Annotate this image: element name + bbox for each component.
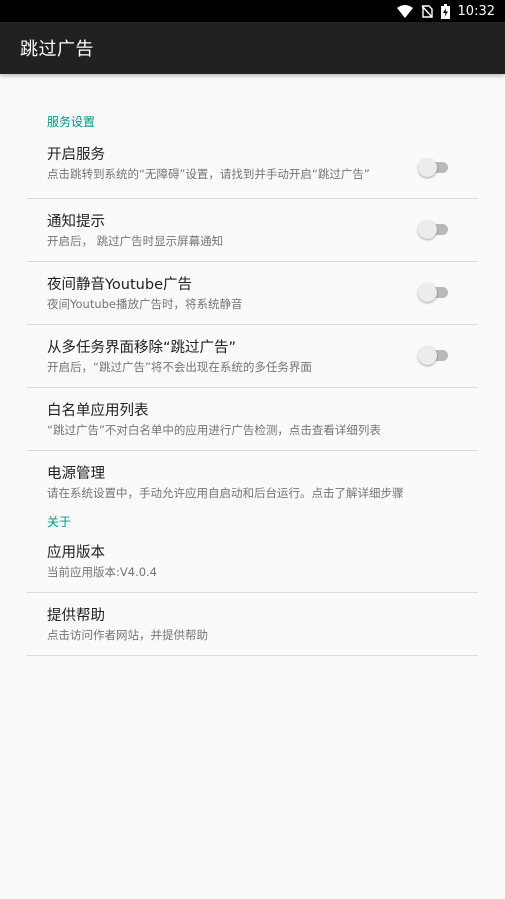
category-service-settings: 服务设置 [47, 115, 96, 129]
no-sim-icon [421, 4, 433, 18]
pref-summary: 当前应用版本:V4.0.4 [47, 565, 158, 579]
night-mute-switch[interactable] [418, 283, 448, 302]
pref-title: 通知提示 [47, 214, 105, 230]
notification-switch[interactable] [418, 220, 448, 239]
switch-thumb [418, 346, 437, 365]
pref-title: 开启服务 [47, 147, 105, 163]
pref-summary: 点击访问作者网站，并提供帮助 [47, 628, 208, 642]
pref-title: 夜间静音Youtube广告 [47, 277, 192, 293]
pref-enable-service[interactable]: 开启服务 点击跳转到系统的“无障碍”设置，请找到并手动开启“跳过广告” [0, 130, 505, 199]
battery-charging-icon [440, 3, 450, 19]
status-time: 10:32 [457, 3, 495, 19]
pref-summary: “跳过广告”不对白名单中的应用进行广告检测，点击查看详细列表 [47, 423, 381, 437]
pref-summary: 点击跳转到系统的“无障碍”设置，请找到并手动开启“跳过广告” [47, 167, 370, 181]
switch-thumb [418, 220, 437, 239]
pref-summary: 请在系统设置中，手动允许应用自启动和后台运行。点击了解详细步骤 [47, 486, 404, 500]
pref-summary: 夜间Youtube播放广告时，将系统静音 [47, 297, 243, 311]
pref-title: 提供帮助 [47, 608, 105, 624]
preferences-list: 服务设置 开启服务 点击跳转到系统的“无障碍”设置，请找到并手动开启“跳过广告”… [0, 74, 505, 656]
pref-title: 白名单应用列表 [47, 403, 149, 419]
pref-hide-from-recents[interactable]: 从多任务界面移除“跳过广告” 开启后，“跳过广告”将不会出现在系统的多任务界面 [0, 325, 505, 388]
pref-title: 电源管理 [47, 466, 105, 482]
status-bar: 10:32 [0, 0, 505, 22]
pref-night-mute-youtube[interactable]: 夜间静音Youtube广告 夜间Youtube播放广告时，将系统静音 [0, 262, 505, 325]
category-about: 关于 [47, 515, 72, 529]
hide-from-recents-switch[interactable] [418, 346, 448, 365]
switch-thumb [418, 158, 437, 177]
switch-thumb [418, 283, 437, 302]
pref-title: 从多任务界面移除“跳过广告” [47, 340, 237, 356]
pref-whitelist[interactable]: 白名单应用列表 “跳过广告”不对白名单中的应用进行广告检测，点击查看详细列表 [0, 388, 505, 451]
pref-app-version[interactable]: 应用版本 当前应用版本:V4.0.4 [0, 530, 505, 593]
wifi-icon [396, 4, 413, 18]
enable-service-switch[interactable] [418, 158, 448, 177]
app-title: 跳过广告 [20, 39, 94, 60]
pref-summary: 开启后， 跳过广告时显示屏幕通知 [47, 234, 224, 248]
pref-notification[interactable]: 通知提示 开启后， 跳过广告时显示屏幕通知 [0, 199, 505, 262]
pref-summary: 开启后，“跳过广告”将不会出现在系统的多任务界面 [47, 360, 312, 374]
pref-power-management[interactable]: 电源管理 请在系统设置中，手动允许应用自启动和后台运行。点击了解详细步骤 [0, 451, 505, 507]
divider [27, 655, 478, 656]
app-bar: 跳过广告 [0, 22, 505, 74]
pref-help[interactable]: 提供帮助 点击访问作者网站，并提供帮助 [0, 593, 505, 656]
pref-title: 应用版本 [47, 545, 105, 561]
